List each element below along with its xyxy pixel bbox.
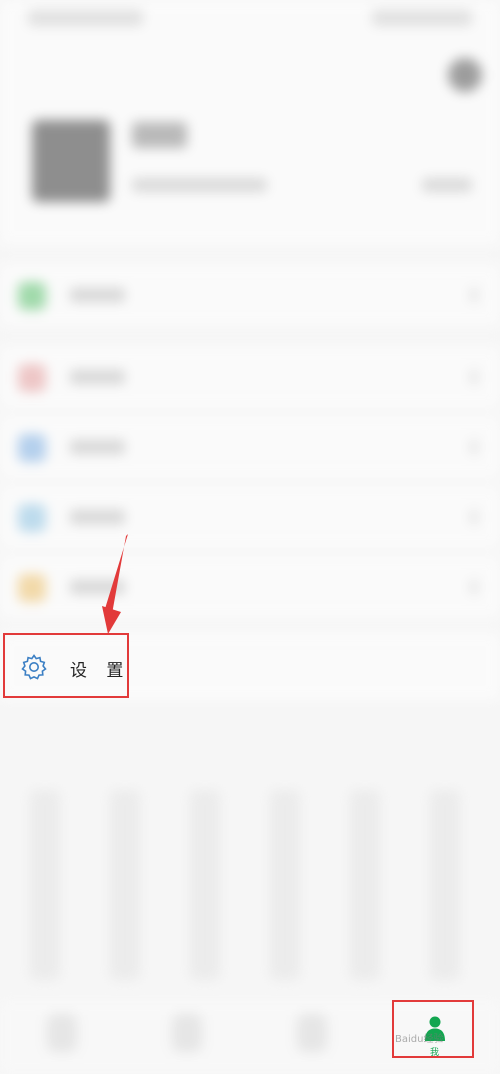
profile-name bbox=[132, 122, 187, 148]
menu-item-label bbox=[70, 288, 125, 302]
status-indicators bbox=[372, 10, 472, 26]
menu-item-label bbox=[70, 510, 125, 524]
blurred-block bbox=[430, 790, 460, 980]
settings-highlight-box bbox=[3, 633, 129, 698]
blurred-block bbox=[350, 790, 380, 980]
menu-item-cards[interactable] bbox=[0, 486, 500, 548]
menu-item-label bbox=[70, 580, 125, 594]
blurred-block bbox=[190, 790, 220, 980]
watermark: Baidu经验 bbox=[395, 1034, 444, 1045]
chevron-right-icon bbox=[470, 510, 478, 524]
chevron-right-icon bbox=[470, 288, 478, 302]
menu-item-favorites[interactable] bbox=[0, 346, 500, 408]
pay-icon bbox=[18, 282, 46, 310]
menu-item-pay[interactable] bbox=[0, 264, 500, 326]
blurred-block bbox=[270, 790, 300, 980]
profile-id bbox=[132, 178, 267, 192]
menu-item-stickers[interactable] bbox=[0, 556, 500, 618]
blurred-background bbox=[0, 0, 500, 1074]
tab-chats[interactable] bbox=[47, 1014, 77, 1052]
footer-blurred-content bbox=[0, 770, 500, 990]
tab-contacts[interactable] bbox=[172, 1014, 202, 1052]
chevron-right-icon bbox=[470, 370, 478, 384]
profile-card[interactable] bbox=[0, 40, 500, 245]
tab-discover[interactable] bbox=[297, 1014, 327, 1052]
menu-item-moments[interactable] bbox=[0, 416, 500, 478]
qr-code-icon[interactable] bbox=[422, 178, 472, 192]
status-carrier bbox=[28, 10, 143, 26]
menu-item-label bbox=[70, 370, 125, 384]
avatar[interactable] bbox=[32, 120, 110, 202]
app-screen: 设 置 我 Baidu经验 bbox=[0, 0, 500, 1074]
moments-icon bbox=[18, 434, 46, 462]
blurred-block bbox=[110, 790, 140, 980]
stickers-icon bbox=[18, 574, 46, 602]
chevron-right-icon bbox=[470, 440, 478, 454]
tab-me-label[interactable]: 我 bbox=[430, 1045, 439, 1058]
blurred-block bbox=[30, 790, 60, 980]
cards-icon bbox=[18, 504, 46, 532]
status-bar bbox=[0, 0, 500, 40]
menu-item-label bbox=[70, 440, 125, 454]
favorites-icon bbox=[18, 364, 46, 392]
camera-icon[interactable] bbox=[448, 58, 482, 92]
chevron-right-icon bbox=[470, 580, 478, 594]
